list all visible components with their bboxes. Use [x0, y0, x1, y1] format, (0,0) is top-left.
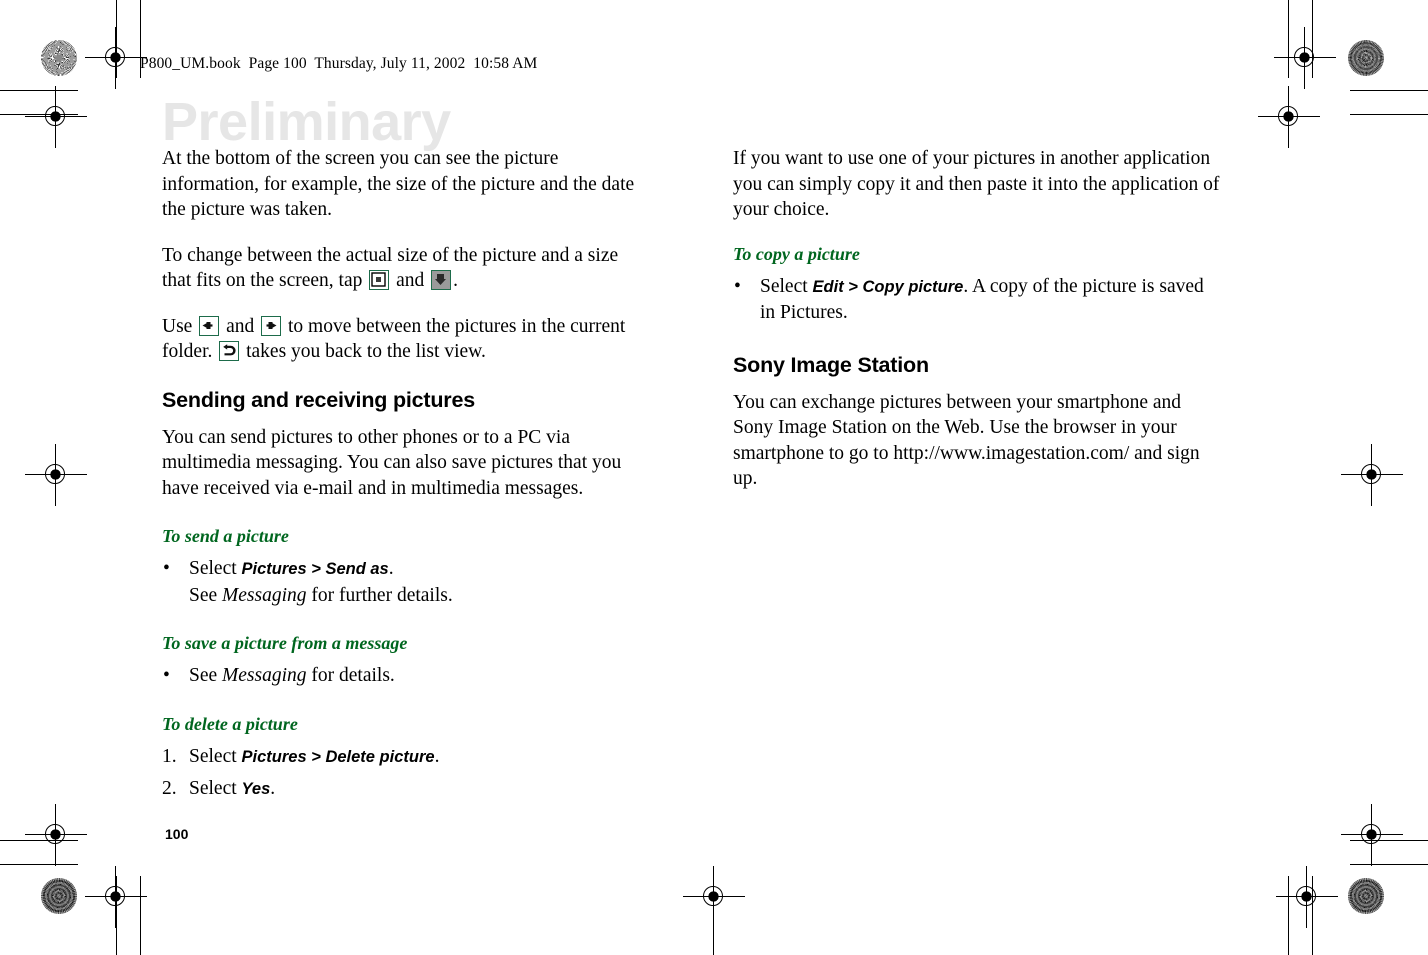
list-item: • Select Edit > Copy picture. A copy of t…: [733, 274, 1223, 326]
trim-mark-horizontal: [0, 864, 78, 865]
registration-target: [1341, 804, 1403, 866]
procedure-list: • See Messaging for details.: [162, 663, 652, 689]
bullet-marker: •: [163, 665, 170, 686]
trim-mark-horizontal: [1350, 114, 1428, 115]
registration-target: [1341, 444, 1403, 506]
preliminary-watermark: Preliminary: [162, 92, 451, 152]
list-item-text: Select: [189, 558, 242, 579]
fit-to-screen-icon: [431, 270, 452, 290]
bullet-marker: •: [163, 558, 170, 579]
registration-target: [85, 866, 147, 928]
list-item: • Select Pictures > Send as. See Messaging…: [162, 556, 652, 608]
procedure-list: • Select Pictures > Send as. See Messaging…: [162, 556, 652, 608]
trim-mark-vertical: [140, 876, 141, 955]
trim-mark-horizontal: [1350, 90, 1428, 91]
paragraph: If you want to use one of your pictures …: [733, 148, 1220, 220]
registration-target: [25, 804, 87, 866]
list-item-text: for further details.: [306, 584, 453, 606]
trim-mark-vertical: [713, 876, 714, 955]
trim-mark-vertical: [1288, 876, 1289, 955]
list-item-text: Select: [189, 778, 242, 799]
paragraph: You can exchange pictures between your s…: [733, 391, 1200, 490]
menu-path: Pictures > Send as: [241, 560, 389, 578]
task-heading-save-picture: To save a picture from a message: [162, 633, 408, 653]
reference-title: Messaging: [222, 584, 307, 606]
registration-target: [25, 444, 87, 506]
color-rosette: [41, 878, 77, 914]
paragraph: At the bottom of the screen you can see …: [162, 148, 635, 220]
list-item-text: .: [270, 778, 276, 799]
left-column: At the bottom of the screen you can see …: [162, 146, 652, 807]
registration-target: [1274, 27, 1336, 89]
step-number: 2.: [162, 778, 177, 799]
menu-path: Pictures > Delete picture: [241, 747, 435, 766]
task-heading-delete-picture: To delete a picture: [162, 713, 298, 734]
arrow-left-icon: [199, 315, 220, 336]
color-rosette: [41, 40, 77, 76]
paragraph-with-nav-icons: Use and to move between the pictures in …: [162, 314, 652, 365]
paragraph-with-icons: To change between the actual size of the…: [162, 243, 652, 294]
arrow-right-icon: [261, 315, 282, 336]
paragraph-text: takes you back to the list view.: [241, 341, 486, 362]
list-item: • See Messaging for details.: [162, 663, 652, 689]
list-item-text: Select: [189, 745, 242, 767]
bullet-marker: •: [734, 275, 741, 297]
list-item: 1. Select Pictures > Delete picture.: [162, 744, 652, 771]
task-heading-send-picture: To send a picture: [162, 526, 289, 546]
registration-target: [85, 27, 147, 89]
list-item-text: .: [388, 558, 394, 579]
paragraph-text: and: [391, 270, 430, 291]
procedure-list: • Select Edit > Copy picture. A copy of t…: [733, 274, 1223, 326]
actual-size-icon: [369, 270, 390, 290]
list-item-text: See: [189, 665, 223, 686]
back-arrow-icon: [219, 341, 240, 361]
trim-mark-horizontal: [1350, 864, 1428, 865]
paragraph-text: and: [221, 315, 260, 337]
section-heading: Sending and receiving pictures: [162, 387, 475, 412]
paragraph: You can send pictures to other phones or…: [162, 426, 622, 499]
registration-target: [683, 866, 745, 928]
section-heading: Sony Image Station: [733, 352, 929, 377]
list-item-text: .: [434, 745, 440, 767]
list-item-text: See: [189, 584, 223, 606]
file-header: P800_UM.book Page 100 Thursday, July 11,…: [140, 55, 538, 72]
registration-target: [1276, 866, 1338, 928]
color-rosette: [1348, 878, 1384, 914]
menu-option: Yes: [241, 780, 271, 798]
registration-target: [1258, 86, 1320, 148]
paragraph-text: .: [453, 270, 459, 291]
list-item-text: for details.: [306, 665, 395, 686]
right-column: If you want to use one of your pictures …: [733, 146, 1223, 512]
page-number: 100: [165, 826, 189, 842]
task-heading-copy-picture: To copy a picture: [733, 243, 860, 264]
reference-title: Messaging: [222, 665, 307, 686]
color-rosette: [1348, 40, 1384, 76]
trim-mark-horizontal: [0, 90, 78, 91]
step-number: 1.: [162, 745, 177, 767]
list-item-text: Select: [760, 275, 813, 297]
registration-target: [25, 86, 87, 148]
numbered-procedure-list: 1. Select Pictures > Delete picture. 2. Se…: [162, 744, 652, 803]
list-item: 2. Select Yes.: [162, 776, 652, 803]
menu-path: Edit > Copy picture: [812, 277, 964, 296]
paragraph-text: Use: [162, 315, 198, 337]
